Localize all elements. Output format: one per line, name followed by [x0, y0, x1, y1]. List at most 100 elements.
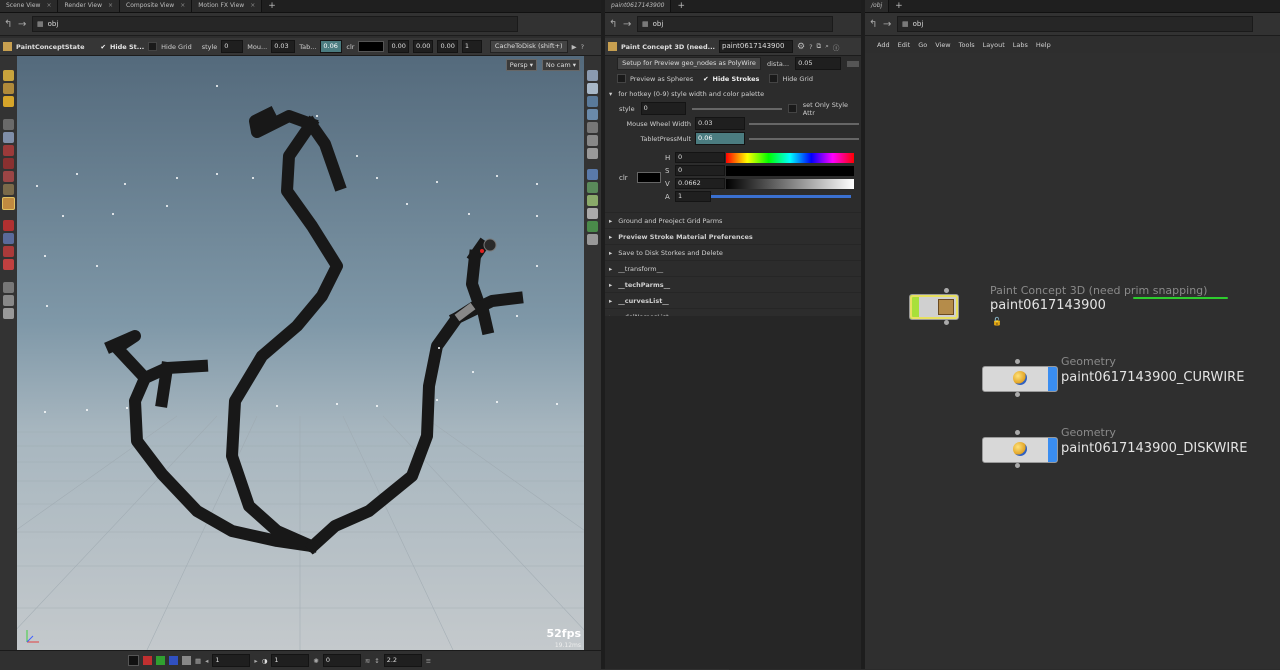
- close-icon[interactable]: ×: [250, 0, 255, 12]
- handle-tool-icon[interactable]: [3, 119, 14, 130]
- s-field[interactable]: 0: [675, 165, 725, 176]
- add-tab-button[interactable]: +: [262, 0, 282, 12]
- bottom-field-1[interactable]: 1: [212, 654, 251, 667]
- style-slider[interactable]: [691, 107, 782, 110]
- viewport[interactable]: Persp ▾ No cam ▾ 52fps 19.12ms: [17, 56, 584, 650]
- setup-preview-button[interactable]: Setup for Preview geo_nodes as PolyWire: [617, 57, 761, 70]
- forward-arrow-icon[interactable]: →: [623, 19, 633, 30]
- shelf-tool-icon[interactable]: [3, 308, 14, 319]
- snap-tool-icon[interactable]: [3, 233, 14, 244]
- tab-composite-view[interactable]: Composite View ×: [120, 0, 193, 12]
- color-r-field[interactable]: 0.00: [388, 40, 409, 53]
- node-name-field[interactable]: paint0617143900: [719, 40, 794, 53]
- sculpt-tool-icon[interactable]: [3, 171, 14, 182]
- pose-tool-icon[interactable]: [3, 96, 14, 107]
- hue-slider[interactable]: [726, 153, 854, 163]
- hide-strokes-check[interactable]: ✔: [101, 43, 106, 51]
- add-tab-button[interactable]: +: [671, 0, 691, 12]
- network-path-field[interactable]: ▦ obj: [32, 16, 518, 32]
- hide-strokes-check[interactable]: ✔: [703, 75, 708, 83]
- ghost-icon[interactable]: [587, 122, 598, 133]
- folder-ground-grid[interactable]: ▸ Ground and Preoject Grid Parms: [605, 212, 861, 228]
- only-style-checkbox[interactable]: [787, 104, 797, 113]
- mww-field[interactable]: 0.03: [695, 117, 745, 130]
- forward-arrow-icon[interactable]: →: [18, 19, 28, 30]
- flipbook-icon[interactable]: [587, 221, 598, 232]
- back-arrow-icon[interactable]: ↰: [869, 19, 879, 30]
- paint-tool-icon[interactable]: [3, 145, 14, 156]
- clr-swatch[interactable]: [637, 172, 661, 183]
- hide-grid-checkbox[interactable]: [769, 74, 779, 83]
- arrow-right-icon[interactable]: ▸: [254, 657, 257, 665]
- style-field[interactable]: 0: [221, 40, 244, 53]
- node1-input-dot[interactable]: [944, 288, 949, 293]
- menu-edit[interactable]: Edit: [898, 41, 911, 49]
- tab-motion-fx-view[interactable]: Motion FX View ×: [192, 0, 263, 12]
- tpm-slider[interactable]: [749, 137, 859, 140]
- close-icon[interactable]: ×: [46, 0, 51, 12]
- grid-toggle-icon[interactable]: [587, 169, 598, 180]
- close-icon[interactable]: ×: [180, 0, 185, 12]
- color-red-icon[interactable]: [143, 656, 152, 665]
- color-blue-icon[interactable]: [169, 656, 178, 665]
- hide-grid-checkbox[interactable]: [148, 42, 158, 51]
- node-display-flag[interactable]: [1048, 367, 1057, 391]
- node1-output-dot[interactable]: [944, 320, 949, 325]
- v-field[interactable]: 0.0662: [675, 178, 725, 189]
- camera-lock-icon[interactable]: [587, 182, 598, 193]
- menu-add[interactable]: Add: [877, 41, 890, 49]
- camera-menu-button[interactable]: No cam ▾: [541, 59, 580, 71]
- play-icon[interactable]: ▶: [572, 43, 577, 51]
- wireframe-icon[interactable]: [587, 96, 598, 107]
- color-b-field[interactable]: 0.00: [437, 40, 458, 53]
- magnet-tool-icon[interactable]: [3, 246, 14, 257]
- menu-view[interactable]: View: [935, 41, 950, 49]
- lighting-icon[interactable]: [587, 83, 598, 94]
- style-field[interactable]: 0: [640, 102, 686, 115]
- display-options-icon[interactable]: [587, 70, 598, 81]
- folder-save-to-disk[interactable]: ▸ Save to Disk Storkes and Delete: [605, 244, 861, 260]
- folder-curves-list[interactable]: ▸ __curvesList__: [605, 292, 861, 308]
- color-black-icon[interactable]: [128, 655, 139, 666]
- mww-slider[interactable]: [749, 122, 859, 125]
- network-path-field[interactable]: ▦ obj: [897, 16, 1253, 32]
- help-icon[interactable]: ?: [581, 43, 584, 51]
- gear-icon[interactable]: ⚙: [797, 42, 805, 52]
- menu-help[interactable]: Help: [1036, 41, 1051, 49]
- normals-icon[interactable]: [587, 148, 598, 159]
- paint-concept-tool-icon[interactable]: [2, 197, 15, 210]
- menu-layout[interactable]: Layout: [983, 41, 1005, 49]
- back-arrow-icon[interactable]: ↰: [609, 19, 619, 30]
- folder-preview-material[interactable]: ▸ Preview Stroke Material Preferences: [605, 228, 861, 244]
- persp-menu-button[interactable]: Persp ▾: [505, 59, 537, 71]
- color-green-icon[interactable]: [156, 656, 165, 665]
- points-icon[interactable]: [587, 135, 598, 146]
- tab-network[interactable]: /obj: [865, 0, 890, 12]
- bottom-field-2[interactable]: 1: [271, 654, 310, 667]
- node2-output-dot[interactable]: [1015, 392, 1020, 397]
- tab-render-view[interactable]: Render View ×: [58, 0, 121, 12]
- node3-input-dot[interactable]: [1015, 430, 1020, 435]
- distance-slider[interactable]: [847, 60, 860, 67]
- bottom-field-3[interactable]: 0: [322, 654, 361, 667]
- node3-output-dot[interactable]: [1015, 463, 1020, 468]
- arrow-left-icon[interactable]: ◂: [205, 657, 208, 665]
- lock-icon[interactable]: [3, 132, 14, 143]
- menu-labs[interactable]: Labs: [1013, 41, 1028, 49]
- distance-field[interactable]: 0.05: [795, 57, 842, 70]
- lut-icon[interactable]: ≋: [365, 657, 370, 665]
- tpm-field[interactable]: 0.06: [695, 132, 745, 145]
- color-g-field[interactable]: 0.00: [412, 40, 434, 53]
- hotkey-folder[interactable]: ▾ for hotkey (0-9) style width and color…: [605, 86, 861, 101]
- select-tool-icon[interactable]: [3, 70, 14, 81]
- node-curwire[interactable]: [982, 366, 1058, 392]
- tab-params[interactable]: paint0617143900: [605, 0, 672, 12]
- h-field[interactable]: 0: [675, 152, 725, 163]
- shading-icon[interactable]: [587, 109, 598, 120]
- a-field[interactable]: 1: [675, 191, 711, 202]
- snapshot-icon[interactable]: [587, 195, 598, 206]
- record-tool-icon[interactable]: [3, 220, 14, 231]
- transform-tool-icon[interactable]: [3, 83, 14, 94]
- mouse-width-field[interactable]: 0.03: [271, 40, 296, 53]
- color-swatch[interactable]: [358, 41, 385, 52]
